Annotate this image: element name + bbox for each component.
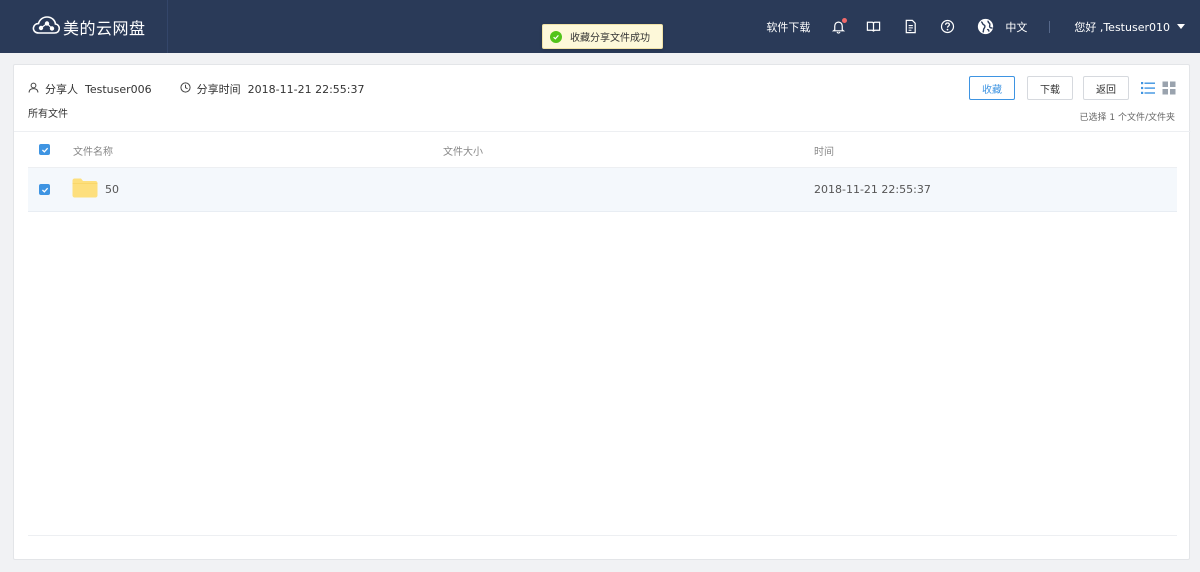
- user-icon: [28, 82, 45, 96]
- column-time-header[interactable]: 时间: [814, 143, 834, 158]
- grid-view-icon[interactable]: [1162, 81, 1176, 95]
- document-icon[interactable]: [902, 19, 918, 35]
- column-name-header[interactable]: 文件名称: [73, 143, 113, 158]
- row-file-time: 2018-11-21 22:55:37: [814, 183, 931, 196]
- table-header: 文件名称 文件大小 时间: [28, 132, 1177, 168]
- logo-text: 美的云网盘: [63, 18, 146, 38]
- cloud-logo-icon: [32, 15, 61, 38]
- favorite-button[interactable]: 收藏: [969, 76, 1015, 100]
- help-icon[interactable]: [939, 19, 955, 35]
- nav-separator: [1049, 20, 1051, 33]
- row-file-name[interactable]: 50: [105, 183, 119, 196]
- selected-count: 已选择 1 个文件/文件夹: [1079, 113, 1175, 123]
- chevron-down-icon[interactable]: [1177, 24, 1185, 29]
- check-icon: [41, 187, 48, 193]
- notification-dot: [842, 17, 848, 23]
- back-button[interactable]: 返回: [1083, 76, 1129, 100]
- share-time-info: 分享时间 2018-11-21 22:55:37: [180, 81, 365, 97]
- share-meta: 分享人 Testuser006 分享时间 2018-11-21 22:55:37: [28, 81, 364, 97]
- sharer-label: 分享人: [45, 83, 78, 96]
- top-nav: 软件下载 中文 您好 ,Testuser010: [766, 0, 1200, 53]
- folder-icon: [72, 178, 98, 198]
- table-row[interactable]: 50 2018-11-21 22:55:37: [28, 168, 1177, 212]
- software-download-link[interactable]: 软件下载: [766, 19, 810, 35]
- download-button[interactable]: 下载: [1027, 76, 1073, 100]
- column-size-header[interactable]: 文件大小: [443, 143, 483, 158]
- language-selector[interactable]: 中文: [1005, 19, 1027, 35]
- row-checkbox[interactable]: [39, 184, 50, 195]
- sharer-info: 分享人 Testuser006: [28, 81, 152, 97]
- bell-icon[interactable]: [830, 17, 848, 35]
- action-bar: 收藏 下载 返回: [959, 76, 1176, 100]
- share-time-value: 2018-11-21 22:55:37: [247, 82, 365, 96]
- check-icon: [41, 147, 48, 153]
- clock-icon: [180, 82, 197, 96]
- book-icon[interactable]: [865, 19, 881, 35]
- share-card: 分享人 Testuser006 分享时间 2018-11-21 22:55:37…: [13, 64, 1191, 560]
- success-toast: 收藏分享文件成功: [542, 24, 663, 49]
- table-footer-line: [28, 535, 1177, 536]
- share-time-label: 分享时间: [196, 83, 241, 96]
- check-circle-icon: [550, 30, 562, 43]
- logo[interactable]: 美的云网盘: [0, 0, 168, 53]
- breadcrumb[interactable]: 所有文件: [28, 105, 68, 120]
- list-view-icon[interactable]: [1141, 81, 1155, 95]
- user-greeting[interactable]: 您好 ,Testuser010: [1074, 19, 1170, 35]
- sharer-value: Testuser006: [85, 82, 152, 96]
- toast-message: 收藏分享文件成功: [570, 33, 650, 44]
- globe-icon[interactable]: [977, 18, 994, 35]
- select-all-checkbox[interactable]: [39, 144, 50, 155]
